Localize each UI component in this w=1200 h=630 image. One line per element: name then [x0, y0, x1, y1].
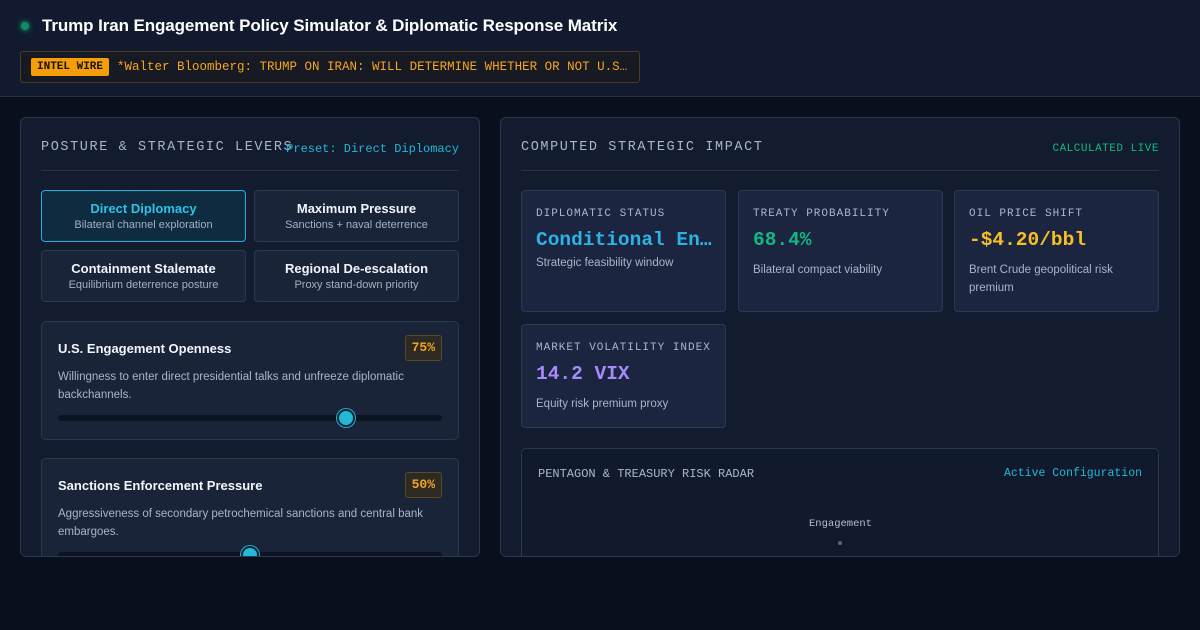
- intel-ticker[interactable]: INTEL WIRE *Walter Bloomberg: TRUMP ON I…: [20, 51, 640, 83]
- metric-market-volatility: MARKET VOLATILITY INDEX 14.2 VIX Equity …: [521, 324, 726, 428]
- preset-direct-diplomacy[interactable]: Direct Diplomacy Bilateral channel explo…: [41, 190, 246, 242]
- slider-thumb[interactable]: [337, 409, 355, 427]
- risk-radar-card: PENTAGON & TREASURY RISK RADAR Active Co…: [521, 448, 1159, 556]
- lever-description: Willingness to enter direct presidential…: [58, 371, 404, 401]
- metric-treaty-probability: TREATY PROBABILITY 68.4% Bilateral compa…: [738, 190, 943, 312]
- metric-desc: Strategic feasibility window: [536, 257, 674, 269]
- radar-title: PENTAGON & TREASURY RISK RADAR: [538, 467, 755, 481]
- metric-value: Conditional Engagement: [536, 229, 714, 251]
- metric-oil-price-shift: OIL PRICE SHIFT -$4.20/bbl Brent Crude g…: [954, 190, 1159, 312]
- levers-panel-title: POSTURE & STRATEGIC LEVERS: [41, 140, 294, 155]
- strategic-levers-panel: POSTURE & STRATEGIC LEVERS Preset: Direc…: [20, 117, 480, 557]
- live-status-icon: [21, 22, 29, 30]
- metric-label: MARKET VOLATILITY INDEX: [536, 342, 711, 354]
- sanctions-pressure-slider[interactable]: [58, 546, 442, 556]
- lever-engagement-openness: U.S. Engagement Openness 75% Willingness…: [41, 321, 459, 440]
- engagement-openness-slider[interactable]: [58, 409, 442, 427]
- preset-desc: Sanctions + naval deterrence: [285, 219, 428, 231]
- metric-label: TREATY PROBABILITY: [753, 208, 890, 220]
- impact-panel-title: COMPUTED STRATEGIC IMPACT: [521, 140, 764, 155]
- strategic-impact-panel: COMPUTED STRATEGIC IMPACT CALCULATED LIV…: [500, 117, 1180, 557]
- ticker-text: *Walter Bloomberg: TRUMP ON IRAN: WILL D…: [117, 60, 629, 74]
- preset-regional-de-escalation[interactable]: Regional De-escalation Proxy stand-down …: [254, 250, 459, 302]
- app-header: Trump Iran Engagement Policy Simulator &…: [0, 0, 1200, 97]
- preset-name: Regional De-escalation: [284, 261, 429, 276]
- preset-containment-stalemate[interactable]: Containment Stalemate Equilibrium deterr…: [41, 250, 246, 302]
- metric-desc: Equity risk premium proxy: [536, 398, 669, 410]
- slider-thumb[interactable]: [241, 546, 259, 556]
- preset-maximum-pressure[interactable]: Maximum Pressure Sanctions + naval deter…: [254, 190, 459, 242]
- lever-sanctions-pressure: Sanctions Enforcement Pressure 50% Aggre…: [41, 458, 459, 556]
- preset-indicator: Preset: Direct Diplomacy: [286, 142, 459, 156]
- radar-config-tag: Active Configuration: [1003, 467, 1142, 480]
- lever-value-badge: 50%: [404, 472, 442, 498]
- calculated-live-label: CALCULATED LIVE: [1052, 143, 1159, 155]
- metric-value: 14.2 VIX: [536, 363, 630, 385]
- preset-desc: Proxy stand-down priority: [294, 279, 419, 291]
- metric-label: OIL PRICE SHIFT: [969, 208, 1084, 220]
- lever-value-badge: 75%: [404, 335, 442, 361]
- metric-value: -$4.20/bbl: [969, 229, 1087, 251]
- preset-name: Maximum Pressure: [296, 201, 417, 216]
- preset-desc: Equilibrium deterrence posture: [68, 279, 219, 291]
- lever-description: Aggressiveness of secondary petrochemica…: [58, 508, 424, 538]
- ticker-badge: INTEL WIRE: [31, 58, 110, 76]
- metric-desc: Brent Crude geopolitical risk premium: [969, 264, 1113, 294]
- preset-name: Direct Diplomacy: [90, 201, 197, 216]
- preset-name: Containment Stalemate: [71, 261, 216, 276]
- lever-title: Sanctions Enforcement Pressure: [58, 478, 263, 493]
- impact-divider: [521, 170, 1159, 171]
- page-title: Trump Iran Engagement Policy Simulator &…: [42, 16, 618, 35]
- metric-label: DIPLOMATIC STATUS: [536, 208, 666, 220]
- radar-vertex: [838, 541, 842, 545]
- radar-axis-label: Engagement: [809, 518, 873, 530]
- levers-divider: [41, 170, 459, 171]
- metric-desc: Bilateral compact viability: [753, 264, 883, 276]
- metric-diplomatic-status: DIPLOMATIC STATUS Conditional Engagement…: [521, 190, 726, 312]
- preset-desc: Bilateral channel exploration: [74, 219, 213, 231]
- metric-value: 68.4%: [753, 229, 812, 251]
- lever-title: U.S. Engagement Openness: [58, 341, 232, 356]
